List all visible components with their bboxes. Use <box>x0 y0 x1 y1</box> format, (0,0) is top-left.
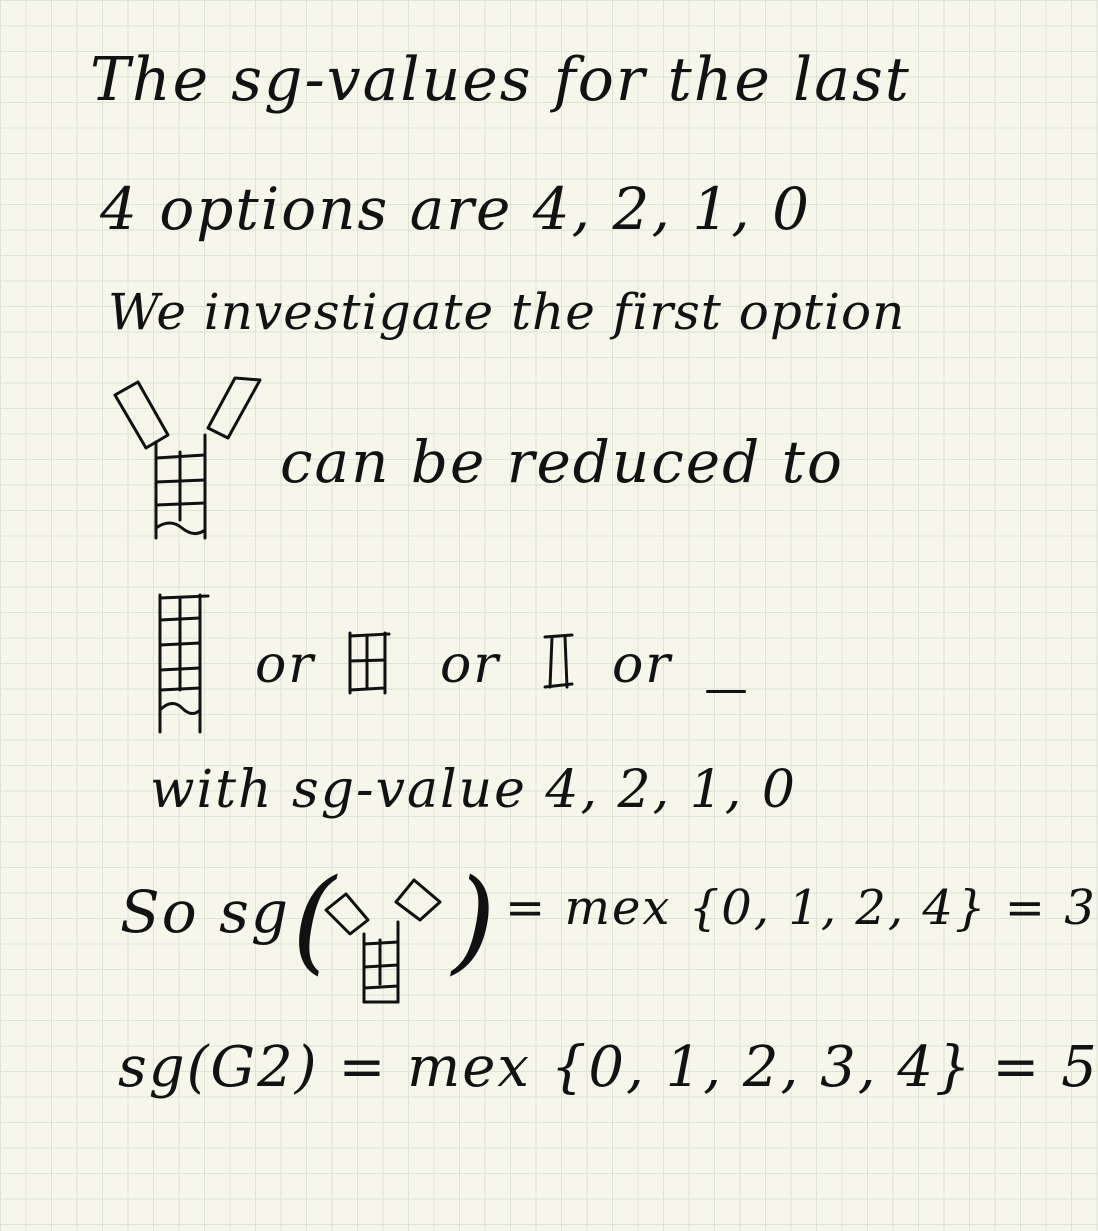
text-or-2: or <box>440 635 501 695</box>
ladder-figure-medium <box>345 628 395 698</box>
text-line-so-sg: So sg <box>120 878 290 946</box>
ladder-figure-small <box>540 632 580 692</box>
ladder-figure-tall <box>150 590 220 735</box>
text-line-sg-g2: sg(G2) = mex {0, 1, 2, 3, 4} = 5 <box>118 1035 1098 1100</box>
text-line-with-sg-value: with sg-value 4, 2, 1, 0 <box>150 760 797 820</box>
text-line-investigate: We investigate the first option <box>108 283 906 341</box>
text-line-mex-3: = mex {0, 1, 2, 4} = 3 <box>505 880 1097 936</box>
empty-figure-dash <box>706 690 746 693</box>
close-paren: ) <box>452 856 496 986</box>
text-line-options: 4 options are 4, 2, 1, 0 <box>100 175 812 243</box>
text-or-1: or <box>255 635 316 695</box>
y-shaped-figure <box>110 370 270 540</box>
note-page: { "note": { "line1": "The sg-values for … <box>0 0 1098 1231</box>
y-shaped-figure-small <box>318 872 448 1007</box>
text-line-sg-values: The sg-values for the last <box>90 45 911 115</box>
text-or-3: or <box>612 635 673 695</box>
text-line-reduced: can be reduced to <box>280 428 844 496</box>
